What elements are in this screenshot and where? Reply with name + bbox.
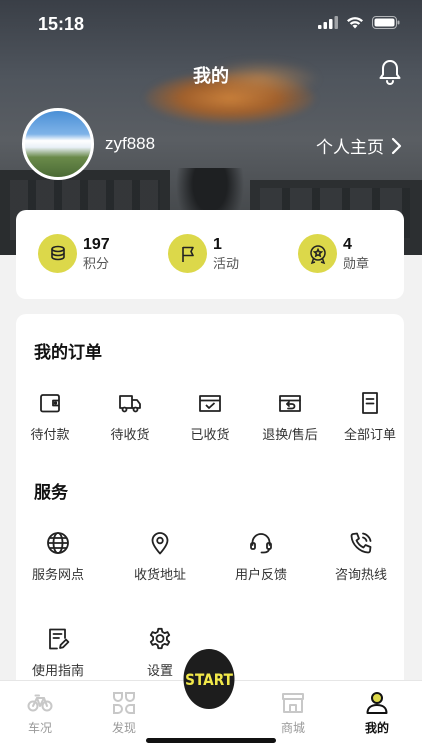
shop-icon (282, 693, 304, 713)
avatar[interactable] (22, 108, 94, 180)
service-feedback-label: 用户反馈 (234, 567, 287, 582)
service-hotline-label: 咨询热线 (334, 567, 387, 582)
battery-icon (372, 16, 400, 29)
order-return-aftersale-label: 退换/售后 (262, 427, 318, 442)
orders-section-title: 我的订单 (34, 343, 102, 362)
order-received-label: 已收货 (190, 427, 230, 442)
bell-icon[interactable] (376, 58, 404, 86)
chevron-right-icon (391, 137, 402, 154)
order-all[interactable]: 全部订单 (330, 390, 410, 443)
tab-discover-label: 发现 (111, 721, 136, 735)
tab-shop-label: 商城 (280, 721, 305, 735)
order-pending-receipt-label: 待收货 (110, 427, 150, 442)
tab-shop[interactable]: 商城 (263, 689, 323, 736)
discover-icon (113, 692, 135, 714)
service-guide[interactable]: 使用指南 (18, 626, 98, 679)
service-hotline[interactable]: 咨询热线 (321, 530, 401, 583)
signal-icon (318, 16, 338, 29)
phone-call-icon (350, 532, 372, 554)
stat-activities[interactable]: 1 活动 (168, 234, 239, 273)
status-bar: 15:18 (0, 0, 422, 48)
wallet-icon (40, 394, 60, 413)
personal-homepage-link[interactable]: 个人主页 (316, 133, 402, 158)
stat-activities-label: 活动 (213, 255, 240, 271)
gear-icon (149, 627, 171, 650)
order-received[interactable]: 已收货 (170, 390, 250, 443)
tab-discover[interactable]: 发现 (94, 689, 154, 736)
medal-icon (298, 234, 337, 273)
stat-medals[interactable]: 4 勋章 (298, 234, 369, 273)
location-pin-icon (151, 532, 169, 555)
received-box-icon (199, 395, 221, 412)
return-box-icon (279, 395, 301, 412)
status-icons (318, 16, 400, 29)
coins-icon (38, 234, 77, 273)
services-section-title: 服务 (34, 483, 68, 502)
status-time: 15:18 (38, 14, 85, 34)
personal-homepage-label: 个人主页 (316, 138, 384, 157)
order-all-label: 全部订单 (343, 427, 396, 442)
bike-icon (27, 694, 53, 712)
tab-vehicle-status[interactable]: 车况 (10, 689, 70, 736)
order-pending-payment[interactable]: 待付款 (10, 390, 90, 443)
username: zyf888 (105, 134, 156, 153)
start-button[interactable]: START (183, 649, 235, 709)
globe-icon (47, 532, 69, 554)
service-address-label: 收货地址 (133, 567, 186, 582)
stat-medals-label: 勋章 (343, 255, 370, 271)
tab-vehicle-status-label: 车况 (27, 721, 52, 735)
document-icon (362, 392, 378, 414)
service-outlets[interactable]: 服务网点 (18, 530, 98, 583)
page-title: 我的 (193, 66, 229, 86)
order-pending-payment-label: 待付款 (30, 427, 70, 442)
guide-icon (49, 628, 70, 650)
stat-medals-value: 4 (343, 235, 352, 253)
wifi-icon (347, 17, 363, 29)
stats-card: 197 积分 1 活动 4 勋章 (16, 210, 404, 299)
service-outlets-label: 服务网点 (31, 567, 84, 582)
tab-mine[interactable]: 我的 (347, 689, 407, 736)
stat-activities-value: 1 (213, 235, 222, 253)
service-guide-label: 使用指南 (31, 663, 84, 678)
service-address[interactable]: 收货地址 (120, 530, 200, 583)
truck-icon (119, 395, 141, 413)
home-indicator (146, 738, 276, 743)
order-return-aftersale[interactable]: 退换/售后 (250, 390, 330, 443)
user-icon (366, 692, 388, 714)
headset-icon (250, 533, 272, 554)
main-card: 我的订单 待付款 待收货 已收货 退换/售后 全部订单 服务 服务网点 收货地址… (16, 314, 404, 694)
stat-points-label: 积分 (83, 255, 110, 271)
stat-points[interactable]: 197 积分 (38, 234, 110, 273)
stat-points-value: 197 (83, 235, 110, 253)
service-feedback[interactable]: 用户反馈 (221, 530, 301, 583)
tab-mine-label: 我的 (364, 721, 389, 735)
flag-icon (168, 234, 207, 273)
order-pending-receipt[interactable]: 待收货 (90, 390, 170, 443)
